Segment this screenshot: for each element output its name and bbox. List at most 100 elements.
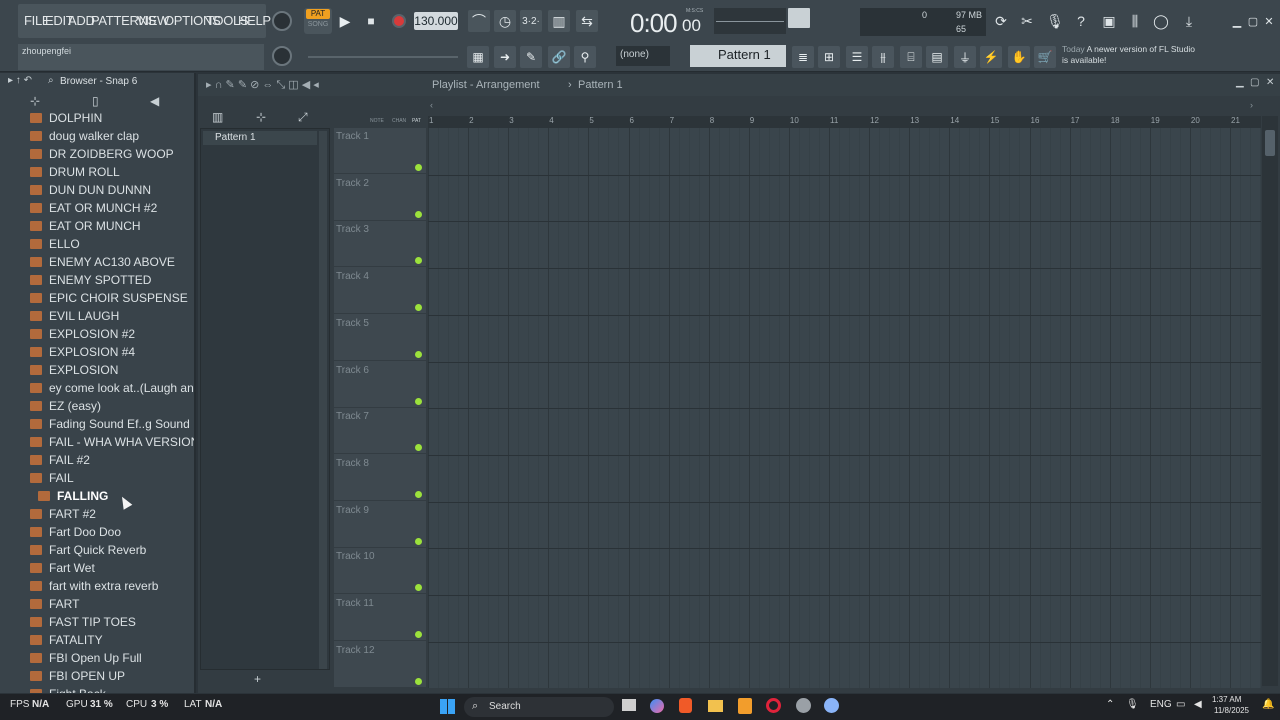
- menu-help[interactable]: HELP: [238, 13, 271, 28]
- hierarchy-icon[interactable]: ⌸: [900, 46, 922, 68]
- browser-item[interactable]: DR ZOIDBERG WOOP: [30, 145, 174, 163]
- wait-record-button[interactable]: ◷: [494, 10, 516, 32]
- track-enable-led[interactable]: [415, 584, 422, 592]
- windows-start-icon[interactable]: [440, 699, 455, 714]
- master-volume-knob[interactable]: [272, 11, 292, 31]
- audio-icon[interactable]: ⊹: [256, 110, 266, 124]
- plug-icon[interactable]: ⏚: [954, 46, 976, 68]
- browser-item[interactable]: Fart Wet: [30, 559, 95, 577]
- browser-item[interactable]: FART: [30, 595, 79, 613]
- arrow-right-icon[interactable]: ➜: [494, 46, 516, 68]
- clock-time[interactable]: 1:37 AM: [1212, 695, 1241, 704]
- notification-icon[interactable]: 🔔: [1262, 699, 1274, 710]
- browser-item[interactable]: EAT OR MUNCH #2: [30, 199, 157, 217]
- pat-song-toggle[interactable]: PAT SONG: [304, 8, 332, 34]
- piano-icon[interactable]: ▥: [212, 110, 223, 124]
- scroll-left-button[interactable]: ‹: [430, 100, 433, 110]
- playlist-grid[interactable]: [428, 128, 1261, 688]
- language-indicator[interactable]: ENG: [1150, 699, 1172, 710]
- help-icon[interactable]: ?: [1070, 10, 1092, 32]
- browser-item[interactable]: EXPLOSION #4: [30, 343, 135, 361]
- track-enable-led[interactable]: [415, 444, 422, 452]
- chat-icon[interactable]: ◯: [1150, 10, 1172, 32]
- track-header[interactable]: Track 3: [334, 221, 426, 268]
- timeline-ruler[interactable]: 1 2 3 4 5 6 7 8 9 10 11 12 13 14 15 16 17 18 19 20 21: [428, 116, 1261, 128]
- browser-item[interactable]: fart with extra reverb: [30, 577, 158, 595]
- browser-item[interactable]: DOLPHIN: [30, 109, 102, 127]
- tempo-display[interactable]: 130.000: [414, 12, 458, 30]
- brush-icon[interactable]: ✎: [520, 46, 542, 68]
- browser-item[interactable]: EXPLOSION: [30, 361, 118, 379]
- document-icon[interactable]: ▤: [926, 46, 948, 68]
- track-header[interactable]: Track 12: [334, 642, 426, 688]
- download-icon[interactable]: ⤓: [1178, 10, 1200, 32]
- browser-item[interactable]: FAIL: [30, 469, 74, 487]
- cart-icon[interactable]: 🛒: [1034, 46, 1056, 68]
- faders-icon[interactable]: ⫵: [872, 46, 894, 68]
- browser-item[interactable]: Fading Sound Ef..g Sound Effect): [30, 415, 194, 433]
- window-close-icon[interactable]: ✕: [1266, 77, 1274, 88]
- cpu-icon[interactable]: ⟳: [990, 10, 1012, 32]
- browser-item[interactable]: ey come look at..(Laugh and run): [30, 379, 194, 397]
- gesture-icon[interactable]: ✋: [1008, 46, 1030, 68]
- stamp-icon[interactable]: ⚲: [574, 46, 596, 68]
- countdown-button[interactable]: 3·2·: [520, 10, 542, 32]
- collapse-icon[interactable]: ⊹: [30, 94, 40, 108]
- stop-button[interactable]: ■: [360, 10, 382, 32]
- browser-item[interactable]: EVIL LAUGH: [30, 307, 119, 325]
- browser-item[interactable]: Fart Doo Doo: [30, 523, 121, 541]
- save-icon[interactable]: ▣: [1098, 10, 1120, 32]
- song-time[interactable]: 0:00 00 M:S:CS: [620, 4, 710, 38]
- browser-search-icon[interactable]: ⌕: [48, 75, 54, 86]
- master-pitch-slider[interactable]: [788, 8, 810, 28]
- track-enable-led[interactable]: [415, 490, 422, 498]
- pattern-item[interactable]: Pattern 1: [203, 131, 317, 145]
- browser-item[interactable]: Fart Quick Reverb: [30, 541, 146, 559]
- browser-item[interactable]: FART #2: [30, 505, 96, 523]
- main-pitch-knob[interactable]: [272, 46, 292, 66]
- playlist-tools-icon[interactable]: ▸ ∩ ✎ ✎ ⊘ ⇔ ⤡ ◫ ◀ ◂: [206, 78, 319, 92]
- cut-icon[interactable]: ✂: [1016, 10, 1038, 32]
- close-window-icon[interactable]: ✕: [1258, 10, 1280, 32]
- loop-record-button[interactable]: ⇆: [576, 10, 598, 32]
- browser-item[interactable]: FALLING: [38, 487, 108, 505]
- track-header[interactable]: Track 9: [334, 502, 426, 548]
- track-enable-led[interactable]: [415, 537, 422, 545]
- track-header[interactable]: Track 1: [334, 128, 426, 174]
- mic-tray-icon[interactable]: 🎙: [1126, 699, 1139, 710]
- track-enable-led[interactable]: [415, 304, 422, 312]
- track-header[interactable]: Track 7: [334, 408, 426, 455]
- automation-icon[interactable]: ⤢: [298, 110, 308, 125]
- browser-item[interactable]: FAIL #2: [30, 451, 90, 469]
- scroll-right-button[interactable]: ›: [1250, 100, 1253, 110]
- track-enable-led[interactable]: [415, 397, 422, 405]
- browser-item[interactable]: doug walker clap: [30, 127, 139, 145]
- metronome-button[interactable]: ⌒: [468, 10, 490, 32]
- channel-rack-icon[interactable]: ⊞: [818, 46, 840, 68]
- track-enable-led[interactable]: [415, 164, 422, 171]
- explorer-icon[interactable]: [622, 699, 636, 711]
- browser-item[interactable]: FAST TIP TOES: [30, 613, 136, 631]
- microphone-icon[interactable]: 🎙: [1044, 10, 1066, 32]
- mixer-view-icon[interactable]: ☰: [846, 46, 868, 68]
- track-header[interactable]: Track 11: [334, 595, 426, 641]
- taskbar-search[interactable]: ⌕ Search: [464, 697, 614, 717]
- window-minimize-icon[interactable]: ▁: [1236, 77, 1244, 88]
- step-edit-button[interactable]: ▥: [548, 10, 570, 32]
- track-enable-led[interactable]: [415, 210, 422, 218]
- browser-nav-icon[interactable]: ▸ ↑ ↶: [8, 75, 32, 86]
- track-header[interactable]: Track 6: [334, 362, 426, 408]
- picker-scrollbar[interactable]: [319, 131, 327, 669]
- browser-item[interactable]: FBI Open Up Full: [30, 649, 142, 667]
- speaker-icon[interactable]: ◀: [150, 94, 159, 108]
- browser-item[interactable]: EXPLOSION #2: [30, 325, 135, 343]
- browser-item[interactable]: EZ (easy): [30, 397, 101, 415]
- browser-item[interactable]: EAT OR MUNCH: [30, 217, 141, 235]
- pattern-selector[interactable]: Pattern 1: [690, 45, 786, 67]
- play-button[interactable]: ▶: [334, 10, 356, 32]
- track-enable-led[interactable]: [415, 350, 422, 358]
- settings-icon[interactable]: [824, 698, 839, 713]
- browser-item[interactable]: ELLO: [30, 235, 80, 253]
- add-pattern-button[interactable]: +: [254, 672, 261, 686]
- playlist-scrollbar[interactable]: [1262, 116, 1278, 686]
